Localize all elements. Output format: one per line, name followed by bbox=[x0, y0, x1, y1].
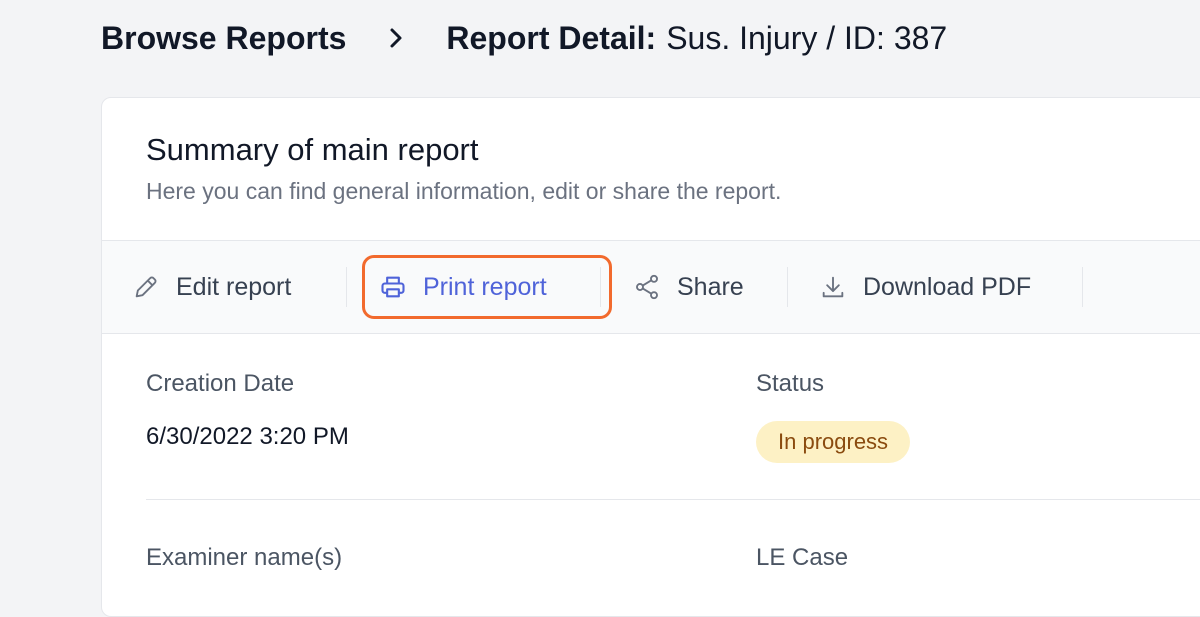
creation-date-value: 6/30/2022 3:20 PM bbox=[146, 423, 349, 450]
breadcrumb-browse-reports-link[interactable]: Browse Reports bbox=[101, 20, 346, 57]
card-subtitle: Here you can find general information, e… bbox=[146, 178, 782, 204]
toolbar-divider bbox=[1082, 267, 1083, 307]
toolbar-divider bbox=[600, 267, 601, 307]
report-toolbar: Edit report Print report Share Download … bbox=[102, 241, 1200, 334]
report-fields: Creation Date 6/30/2022 3:20 PM Status I… bbox=[102, 334, 1200, 616]
print-report-button[interactable]: Print report bbox=[362, 255, 612, 319]
toolbar-divider bbox=[346, 267, 347, 307]
pencil-icon bbox=[132, 273, 160, 301]
print-report-label: Print report bbox=[423, 272, 547, 301]
creation-date-label: Creation Date bbox=[146, 370, 295, 397]
fields-divider bbox=[146, 499, 1200, 500]
edit-report-label: Edit report bbox=[176, 272, 292, 301]
download-pdf-button[interactable]: Download PDF bbox=[819, 263, 1031, 311]
breadcrumb-current-label: Report Detail: bbox=[446, 19, 657, 56]
card-header: Summary of main report Here you can find… bbox=[102, 98, 1200, 241]
toolbar-divider bbox=[787, 267, 788, 307]
download-pdf-label: Download PDF bbox=[863, 272, 1032, 301]
share-icon bbox=[633, 273, 661, 301]
status-label: Status bbox=[756, 370, 825, 397]
download-icon bbox=[819, 273, 847, 301]
breadcrumb-current-value: Sus. Injury / ID: 387 bbox=[666, 19, 948, 56]
breadcrumb: Browse Reports Report Detail: Sus. Injur… bbox=[101, 18, 947, 58]
printer-icon bbox=[379, 273, 407, 301]
examiner-name-label: Examiner name(s) bbox=[146, 544, 343, 571]
card-title: Summary of main report bbox=[146, 132, 479, 167]
status-badge: In progress bbox=[756, 421, 911, 463]
report-summary-card: Summary of main report Here you can find… bbox=[101, 97, 1200, 617]
edit-report-button[interactable]: Edit report bbox=[132, 263, 291, 311]
share-button[interactable]: Share bbox=[633, 263, 744, 311]
chevron-right-icon bbox=[346, 18, 446, 58]
share-label: Share bbox=[677, 272, 744, 301]
le-case-label: LE Case bbox=[756, 544, 849, 571]
